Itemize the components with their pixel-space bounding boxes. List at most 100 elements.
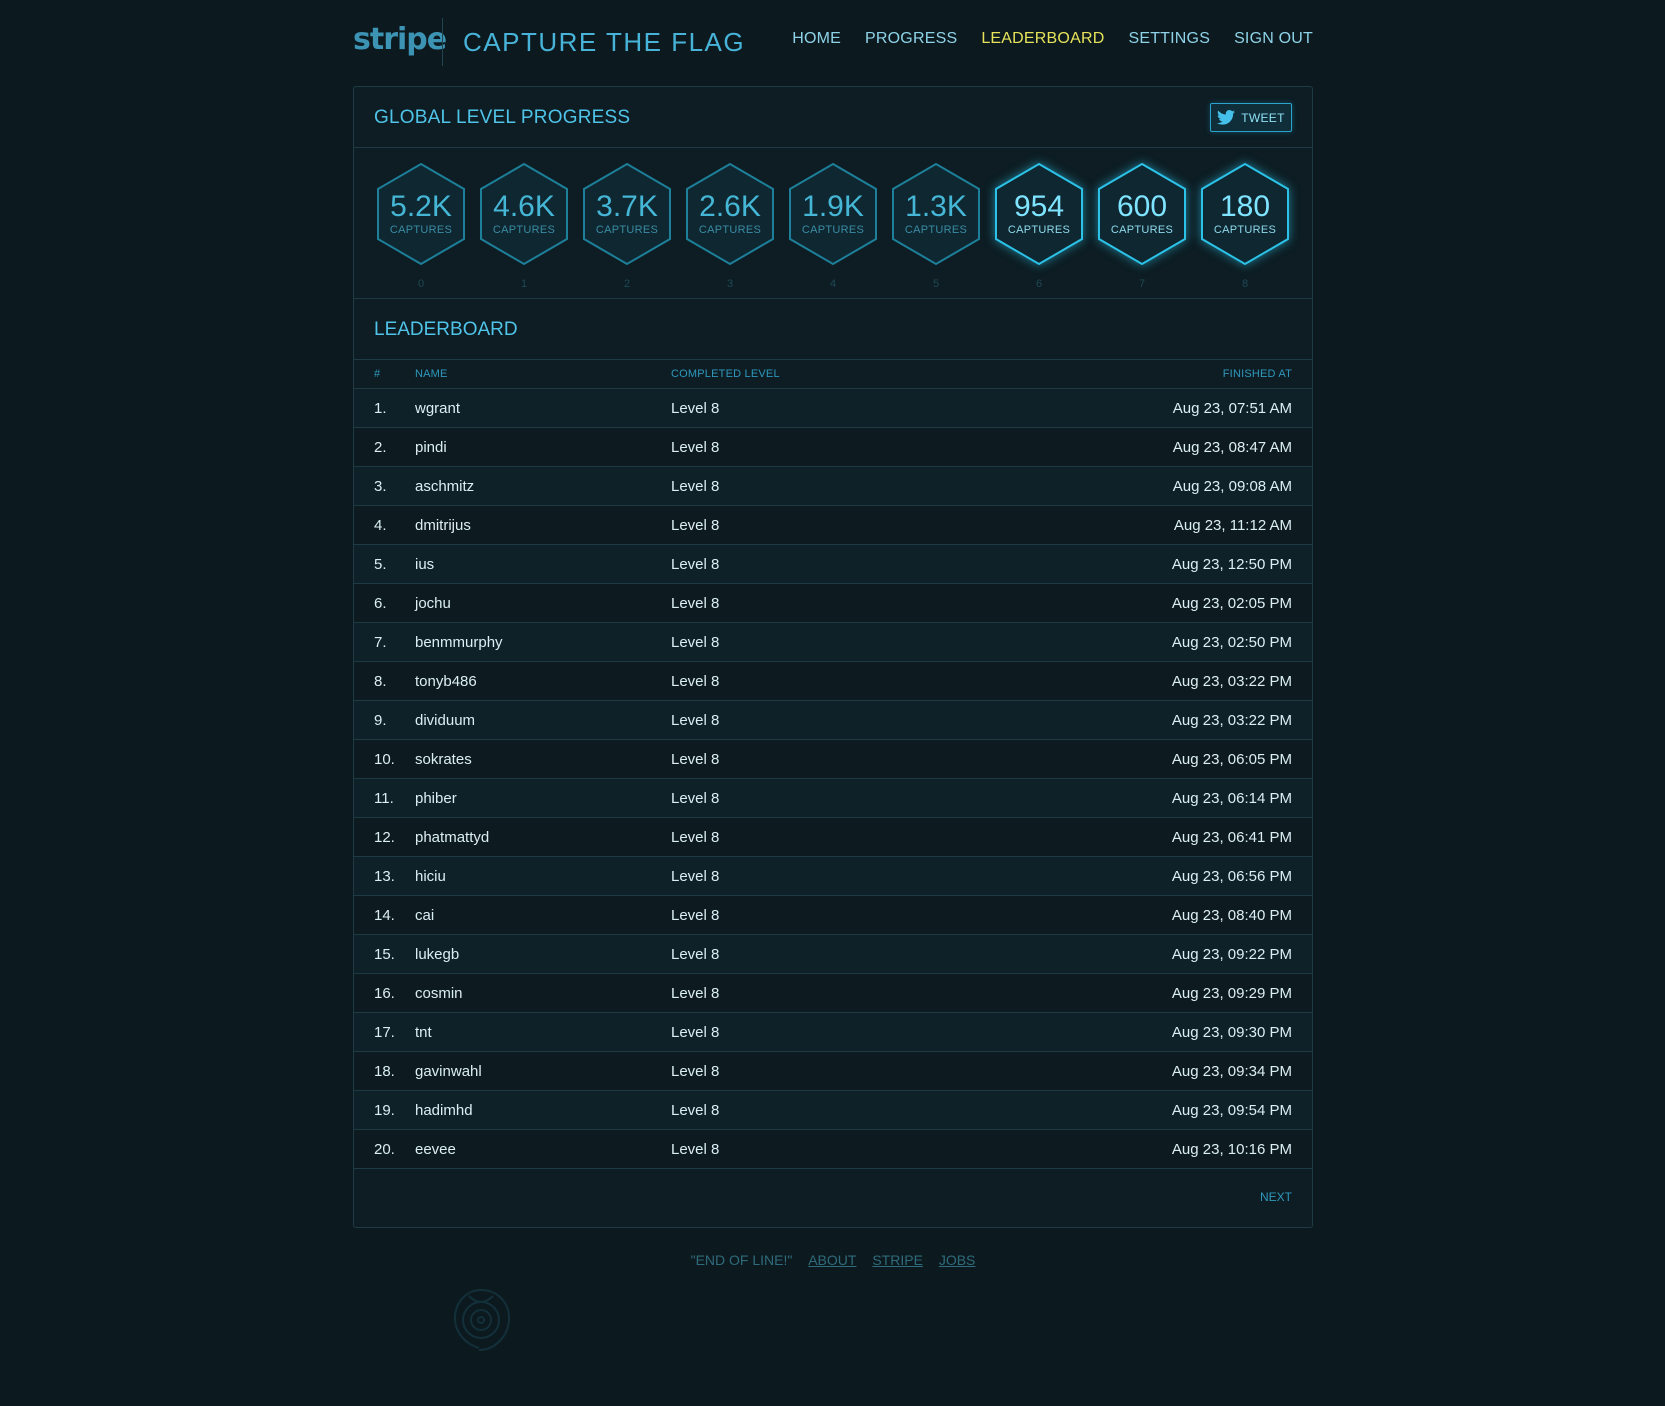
level-captures-label: CAPTURES <box>904 224 968 236</box>
row-level: Level 8 <box>671 622 931 662</box>
row-finished: Aug 23, 03:22 PM <box>931 661 1312 701</box>
column-header-name: NAME <box>415 359 671 389</box>
global-progress-header: GLOBAL LEVEL PROGRESS TWEET <box>354 87 1312 148</box>
footer-link-about[interactable]: ABOUT <box>808 1252 856 1268</box>
level-number: 3 <box>726 278 734 290</box>
row-finished: Aug 23, 09:30 PM <box>931 1012 1312 1052</box>
row-level: Level 8 <box>671 1129 931 1169</box>
row-rank: 12. <box>354 817 415 857</box>
level-captures-label: CAPTURES <box>698 224 762 236</box>
table-row: 20. eevee Level 8 Aug 23, 10:16 PM <box>354 1129 1312 1169</box>
level-captures-count: 1.9K <box>802 190 864 223</box>
tweet-button[interactable]: TWEET <box>1210 103 1292 132</box>
nav-leaderboard[interactable]: LEADERBOARD <box>981 30 1104 48</box>
row-rank: 8. <box>354 661 415 701</box>
level-hex-7: 600 CAPTURES 7 <box>1096 162 1188 290</box>
leaderboard-table: # NAME COMPLETED LEVEL FINISHED AT 1. wgr… <box>354 359 1312 1169</box>
nav-home[interactable]: HOME <box>792 30 841 48</box>
nav-sign-out[interactable]: SIGN OUT <box>1234 30 1313 48</box>
row-name: phiber <box>415 778 671 818</box>
row-name: pindi <box>415 427 671 467</box>
leaderboard-title: LEADERBOARD <box>374 319 518 340</box>
table-row: 4. dmitrijus Level 8 Aug 23, 11:12 AM <box>354 505 1312 545</box>
row-level: Level 8 <box>671 466 931 506</box>
table-row: 19. hadimhd Level 8 Aug 23, 09:54 PM <box>354 1090 1312 1130</box>
row-finished: Aug 23, 09:29 PM <box>931 973 1312 1013</box>
footer-link-stripe[interactable]: STRIPE <box>872 1252 923 1268</box>
row-level: Level 8 <box>671 505 931 545</box>
row-name: cai <box>415 895 671 935</box>
row-name: dividuum <box>415 700 671 740</box>
row-level: Level 8 <box>671 817 931 857</box>
global-progress-title: GLOBAL LEVEL PROGRESS <box>374 107 631 128</box>
row-finished: Aug 23, 11:12 AM <box>931 505 1312 545</box>
tweet-label: TWEET <box>1241 110 1285 125</box>
row-rank: 10. <box>354 739 415 779</box>
row-name: tnt <box>415 1012 671 1052</box>
level-captures-label: CAPTURES <box>389 224 453 236</box>
row-name: aschmitz <box>415 466 671 506</box>
row-rank: 19. <box>354 1090 415 1130</box>
row-name: hadimhd <box>415 1090 671 1130</box>
row-rank: 18. <box>354 1051 415 1091</box>
row-name: tonyb486 <box>415 661 671 701</box>
row-finished: Aug 23, 09:34 PM <box>931 1051 1312 1091</box>
row-finished: Aug 23, 06:14 PM <box>931 778 1312 818</box>
nav-progress[interactable]: PROGRESS <box>865 30 957 48</box>
next-page-link[interactable]: NEXT <box>1260 1190 1292 1204</box>
row-level: Level 8 <box>671 778 931 818</box>
row-level: Level 8 <box>671 1051 931 1091</box>
emblem-icon <box>453 1289 511 1351</box>
column-header-finished: FINISHED AT <box>931 359 1312 389</box>
row-level: Level 8 <box>671 583 931 623</box>
row-finished: Aug 23, 02:05 PM <box>931 583 1312 623</box>
level-number: 6 <box>1035 278 1043 290</box>
level-number: 2 <box>623 278 631 290</box>
table-row: 6. jochu Level 8 Aug 23, 02:05 PM <box>354 583 1312 623</box>
level-hex-6: 954 CAPTURES 6 <box>993 162 1085 290</box>
row-finished: Aug 23, 08:40 PM <box>931 895 1312 935</box>
level-captures-count: 954 <box>1013 190 1065 223</box>
leaderboard-rows: 1. wgrant Level 8 Aug 23, 07:51 AM 2. pindi Le… <box>354 388 1312 1169</box>
level-number: 5 <box>932 278 940 290</box>
row-level: Level 8 <box>671 544 931 584</box>
row-name: eevee <box>415 1129 671 1169</box>
level-number: 1 <box>520 278 528 290</box>
row-finished: Aug 23, 12:50 PM <box>931 544 1312 584</box>
row-level: Level 8 <box>671 973 931 1013</box>
table-row: 15. lukegb Level 8 Aug 23, 09:22 PM <box>354 934 1312 974</box>
row-rank: 2. <box>354 427 415 467</box>
row-level: Level 8 <box>671 388 931 428</box>
row-finished: Aug 23, 02:50 PM <box>931 622 1312 662</box>
page-container: stripe CAPTURE THE FLAG HOME PROGRESS LE… <box>353 0 1313 1312</box>
level-captures-label: CAPTURES <box>1213 224 1277 236</box>
level-number: 7 <box>1138 278 1146 290</box>
header-divider <box>442 18 443 66</box>
level-hex-3: 2.6K CAPTURES 3 <box>684 162 776 290</box>
footer-quote: "END OF LINE!" <box>690 1252 793 1268</box>
row-finished: Aug 23, 03:22 PM <box>931 700 1312 740</box>
row-level: Level 8 <box>671 1012 931 1052</box>
row-rank: 9. <box>354 700 415 740</box>
level-hex-0: 5.2K CAPTURES 0 <box>375 162 467 290</box>
level-captures-label: CAPTURES <box>1007 224 1071 236</box>
row-rank: 15. <box>354 934 415 974</box>
leaderboard-header: LEADERBOARD <box>354 299 1312 359</box>
row-rank: 14. <box>354 895 415 935</box>
stripe-logo[interactable]: stripe <box>353 22 447 57</box>
row-finished: Aug 23, 08:47 AM <box>931 427 1312 467</box>
row-rank: 20. <box>354 1129 415 1169</box>
footer-link-jobs[interactable]: JOBS <box>939 1252 976 1268</box>
row-finished: Aug 23, 06:41 PM <box>931 817 1312 857</box>
nav-settings[interactable]: SETTINGS <box>1128 30 1210 48</box>
main-nav: HOME PROGRESS LEADERBOARD SETTINGS SIGN … <box>792 30 1313 48</box>
level-captures-count: 180 <box>1219 190 1271 223</box>
row-rank: 7. <box>354 622 415 662</box>
table-row: 9. dividuum Level 8 Aug 23, 03:22 PM <box>354 700 1312 740</box>
table-row: 14. cai Level 8 Aug 23, 08:40 PM <box>354 895 1312 935</box>
level-captures-count: 600 <box>1116 190 1168 223</box>
row-level: Level 8 <box>671 661 931 701</box>
row-name: cosmin <box>415 973 671 1013</box>
row-finished: Aug 23, 07:51 AM <box>931 388 1312 428</box>
table-row: 12. phatmattyd Level 8 Aug 23, 06:41 PM <box>354 817 1312 857</box>
